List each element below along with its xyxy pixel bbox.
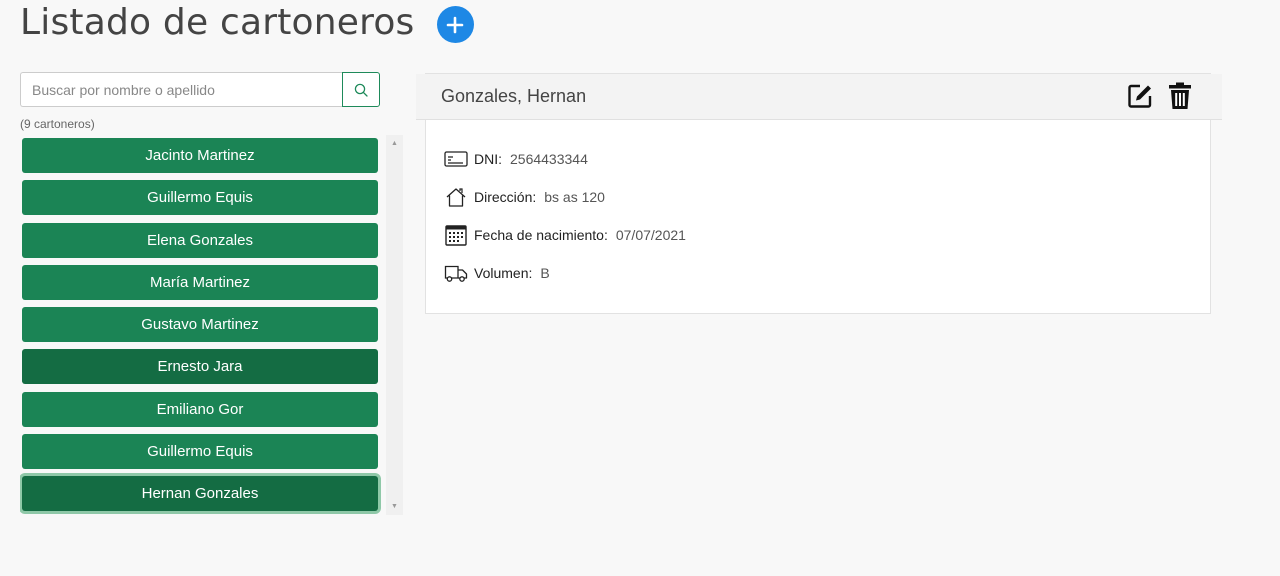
field-direccion: Dirección: bs as 120 bbox=[444, 184, 605, 210]
field-dni: DNI: 2564433344 bbox=[444, 146, 588, 172]
field-label: Fecha de nacimiento: bbox=[474, 227, 608, 243]
page-header: Listado de cartoneros bbox=[20, 2, 474, 43]
list-item[interactable]: Ernesto Jara bbox=[22, 349, 378, 385]
field-value: 2564433344 bbox=[510, 151, 588, 167]
add-cartonero-button[interactable] bbox=[436, 6, 474, 43]
list-item[interactable]: Gustavo Martinez bbox=[22, 307, 378, 343]
list-item[interactable]: María Martinez bbox=[22, 264, 378, 300]
scroll-down-arrow-icon[interactable]: ▼ bbox=[386, 498, 403, 515]
truck-icon bbox=[444, 261, 468, 285]
list-item[interactable]: Guillermo Equis bbox=[22, 434, 378, 470]
detail-actions bbox=[1126, 82, 1194, 110]
field-value: 07/07/2021 bbox=[615, 227, 686, 243]
search-button[interactable] bbox=[342, 72, 380, 107]
list-scrollbar[interactable]: ▲ ▼ bbox=[386, 135, 403, 515]
plus-circle-icon bbox=[446, 16, 464, 33]
trash-icon bbox=[1169, 82, 1191, 109]
cartoneros-count: (9 cartoneros) bbox=[20, 117, 95, 131]
field-label: Dirección: bbox=[474, 189, 537, 205]
edit-icon bbox=[1128, 84, 1152, 108]
field-label: DNI: bbox=[474, 151, 502, 167]
scroll-up-arrow-icon[interactable]: ▲ bbox=[386, 135, 403, 152]
list-item[interactable]: Elena Gonzales bbox=[22, 222, 378, 258]
list-item-selected[interactable]: Hernan Gonzales bbox=[22, 476, 378, 512]
edit-button[interactable] bbox=[1126, 82, 1154, 110]
search-box bbox=[20, 72, 380, 107]
list-item[interactable]: Emiliano Gor bbox=[22, 391, 378, 427]
detail-card: Gonzales, Hernan DNI: 2564433344 Direcci… bbox=[416, 73, 1222, 314]
list-item[interactable]: Jacinto Martinez bbox=[22, 138, 378, 173]
home-icon bbox=[444, 185, 468, 209]
calendar-icon bbox=[444, 223, 468, 247]
search-input[interactable] bbox=[20, 72, 342, 107]
delete-button[interactable] bbox=[1166, 82, 1194, 110]
detail-header: Gonzales, Hernan bbox=[416, 74, 1222, 120]
page-title: Listado de cartoneros bbox=[20, 2, 415, 43]
field-fecha-nacimiento: Fecha de nacimiento: 07/07/2021 bbox=[444, 222, 686, 248]
list-item[interactable]: Guillermo Equis bbox=[22, 180, 378, 216]
field-volumen: Volumen: B bbox=[444, 260, 550, 286]
id-card-icon bbox=[444, 147, 468, 171]
detail-name: Gonzales, Hernan bbox=[441, 86, 587, 106]
cartoneros-list: Jacinto Martinez Guillermo Equis Elena G… bbox=[20, 135, 384, 515]
cartoneros-list-container: Jacinto Martinez Guillermo Equis Elena G… bbox=[20, 135, 403, 515]
field-value: bs as 120 bbox=[544, 189, 605, 205]
field-label: Volumen: bbox=[474, 265, 533, 281]
field-value: B bbox=[540, 265, 550, 281]
search-icon bbox=[354, 83, 368, 97]
